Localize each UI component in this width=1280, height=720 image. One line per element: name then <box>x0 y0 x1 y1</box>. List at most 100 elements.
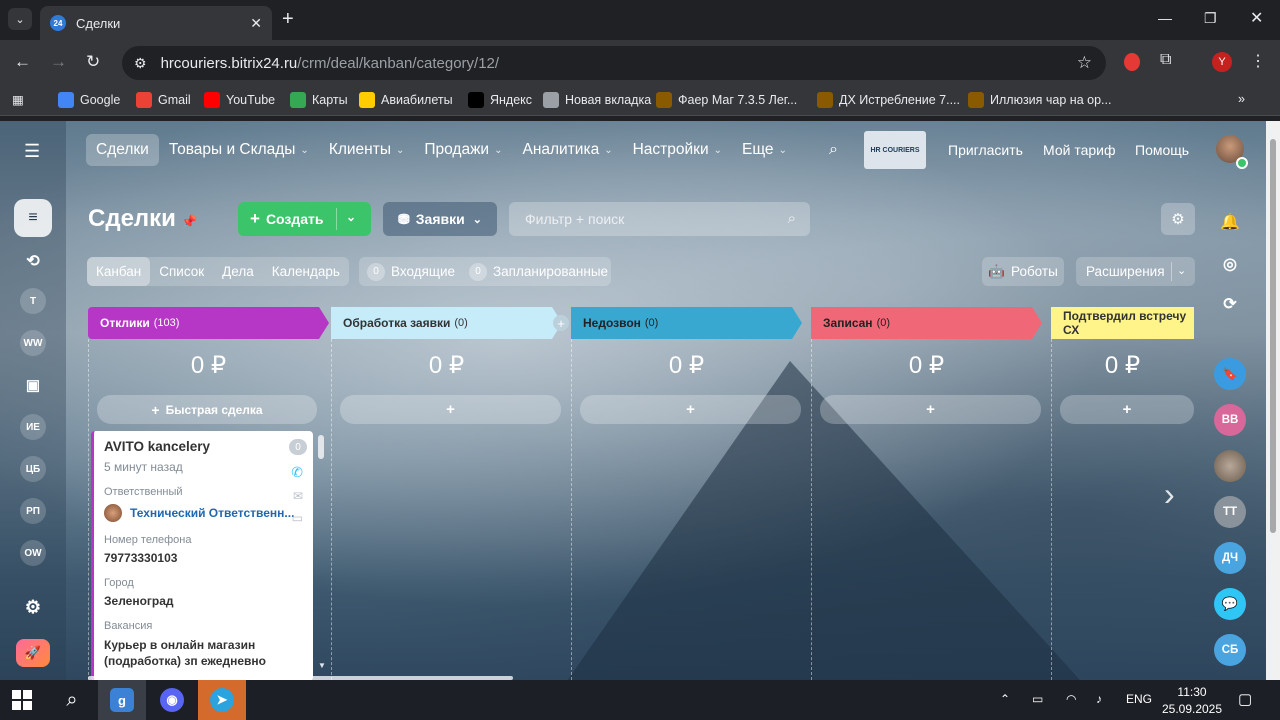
mail-icon[interactable]: ✉ <box>293 489 303 503</box>
bookmark-item[interactable]: Авиабилеты <box>359 92 453 108</box>
chat-avatar-sb[interactable]: СБ <box>1214 634 1246 666</box>
wifi-icon[interactable]: ◠ <box>1066 692 1076 706</box>
view-tab[interactable]: Календарь <box>263 257 349 286</box>
topnav-item[interactable]: Клиенты ⌄ <box>319 134 415 166</box>
quick-deal-button[interactable]: + <box>820 395 1041 424</box>
chat-avatar-dch[interactable]: ДЧ <box>1214 542 1246 574</box>
bookmark-star-icon[interactable]: ☆ <box>1077 53 1092 73</box>
bookmark-item[interactable]: ДХ Истребление 7.... <box>817 92 960 108</box>
pin-icon[interactable]: 📌 <box>181 214 197 230</box>
chrome-menu-icon[interactable]: ⋮ <box>1250 51 1266 71</box>
restore-button[interactable]: ❐ <box>1204 10 1217 27</box>
column-header[interactable]: Подтвердил встречу СХ <box>1051 307 1194 339</box>
phone-icon[interactable]: ✆ <box>291 464 303 481</box>
reload-button[interactable]: ↻ <box>86 52 100 72</box>
view-tab[interactable]: Дела <box>213 257 263 286</box>
topnav-item[interactable]: Продажи ⌄ <box>414 134 512 166</box>
responsible-name[interactable]: Технический Ответственн... <box>130 506 294 520</box>
bookmark-item[interactable]: Иллюзия чар на ор... <box>968 92 1111 108</box>
deal-card[interactable]: AVITO kancelery 0 5 минут назад ✆ ✉ ▭ От… <box>91 431 313 680</box>
sidebar-item[interactable]: OW <box>20 540 46 566</box>
profile-avatar[interactable]: Y <box>1212 52 1232 72</box>
sidebar-item[interactable]: ЦБ <box>20 456 46 482</box>
site-settings-icon[interactable]: ⚙ <box>134 55 147 72</box>
column-header[interactable]: Отклики (103) <box>88 307 329 339</box>
volume-icon[interactable]: ♪ <box>1096 692 1102 706</box>
tariff-link[interactable]: Мой тариф <box>1043 142 1115 158</box>
responsible-row[interactable]: Технический Ответственн... <box>104 504 303 522</box>
deal-title[interactable]: AVITO kancelery <box>104 439 303 454</box>
chat-avatar-photo[interactable] <box>1214 450 1246 482</box>
notifications-icon[interactable]: ▢ <box>1238 690 1252 708</box>
create-button[interactable]: + Создать ⌄ <box>238 202 371 236</box>
windows-start-icon[interactable] <box>12 690 32 710</box>
language-indicator[interactable]: ENG <box>1126 692 1152 706</box>
topnav-item[interactable]: Товары и Склады ⌄ <box>159 134 319 166</box>
search-icon[interactable]: ⌕ <box>48 680 96 720</box>
column-header[interactable]: Недозвон (0) <box>571 307 802 339</box>
taskbar-discord-app[interactable]: ◉ <box>148 680 196 720</box>
copilot-icon[interactable]: ◎ <box>1214 248 1246 280</box>
topnav-item[interactable]: Настройки ⌄ <box>623 134 732 166</box>
tab-search-button[interactable]: ⌄ <box>8 8 32 30</box>
activity-badge[interactable]: 0 <box>289 439 307 455</box>
presentation-icon[interactable]: ▣ <box>20 372 46 398</box>
filter-search-input[interactable]: Фильтр + поиск ⌕ <box>509 202 810 236</box>
connections-icon[interactable]: ⟲ <box>20 248 46 274</box>
bookmark-item[interactable]: Яндекс <box>468 92 532 108</box>
close-icon[interactable]: ✕ <box>250 15 262 32</box>
invite-link[interactable]: Пригласить <box>948 142 1023 158</box>
bookmark-item[interactable]: Google <box>58 92 120 108</box>
robots-button[interactable]: 🤖 Роботы <box>982 257 1064 286</box>
apps-grid-icon[interactable]: ▦ <box>12 92 24 107</box>
planned-counter[interactable]: 0 Запланированные <box>469 262 608 281</box>
chevron-down-icon[interactable]: ⌄ <box>346 210 356 224</box>
extensions-puzzle-icon[interactable]: ⧉ <box>1160 51 1171 69</box>
open-lines-icon[interactable]: 💬 <box>1214 588 1246 620</box>
sidebar-item[interactable]: ИЕ <box>20 414 46 440</box>
page-scrollbar[interactable] <box>1266 121 1280 680</box>
taskbar-telegram-app[interactable]: ➤ <box>198 680 246 720</box>
column-scrollbar[interactable] <box>318 435 324 459</box>
minimize-button[interactable]: — <box>1158 10 1172 26</box>
chevron-right-icon[interactable]: › <box>1164 476 1175 513</box>
window-close-button[interactable]: ✕ <box>1250 8 1263 28</box>
bookmark-icon[interactable]: 🔖 <box>1214 358 1246 390</box>
rocket-icon[interactable]: 🚀 <box>16 639 50 667</box>
company-logo[interactable]: HR COURIERS <box>864 131 926 169</box>
view-tab[interactable]: Список <box>150 257 213 286</box>
topnav-item[interactable]: Аналитика ⌄ <box>512 134 622 166</box>
browser-tab[interactable]: 24 Сделки ✕ <box>40 6 272 40</box>
quick-deal-button[interactable]: + <box>340 395 561 424</box>
scroll-down-icon[interactable]: ▼ <box>318 661 326 670</box>
chat-avatar-tt[interactable]: ТТ <box>1214 496 1246 528</box>
quick-deal-button[interactable]: + <box>580 395 801 424</box>
help-link[interactable]: Помощь <box>1135 142 1189 158</box>
topnav-item[interactable]: Сделки <box>86 134 159 166</box>
chat-avatar-vv[interactable]: ВВ <box>1214 404 1246 436</box>
bookmark-item[interactable]: YouTube <box>204 92 275 108</box>
taskbar-chrome-app[interactable]: g <box>98 680 146 720</box>
quick-deal-button[interactable]: + <box>1060 395 1194 424</box>
new-tab-button[interactable]: + <box>282 9 294 29</box>
view-tab[interactable]: Канбан <box>87 257 151 286</box>
menu-burger-icon[interactable]: ☰ <box>24 141 40 162</box>
add-stage-icon[interactable]: + <box>553 315 569 331</box>
bookmark-item[interactable]: Новая вкладка <box>543 92 651 108</box>
chat-icon[interactable]: ▭ <box>292 511 303 525</box>
topnav-item[interactable]: Еще ⌄ <box>732 134 797 166</box>
chevron-down-icon[interactable]: ⌄ <box>1177 264 1186 277</box>
back-button[interactable]: ← <box>14 52 31 72</box>
search-icon[interactable]: ⌕ <box>829 141 838 159</box>
quick-deal-button[interactable]: + Быстрая сделка <box>97 395 317 424</box>
bookmark-item[interactable]: Фаер Маг 7.3.5 Лег... <box>656 92 797 108</box>
scrollbar-thumb[interactable] <box>1270 139 1276 533</box>
tray-expand-icon[interactable]: ⌃ <box>1000 692 1010 706</box>
address-bar[interactable]: ⚙ hrcouriers.bitrix24.ru/crm/deal/kanban… <box>122 46 1106 80</box>
column-header[interactable]: Обработка заявки (0) <box>331 307 562 339</box>
sidebar-item[interactable]: РП <box>20 498 46 524</box>
more-bookmarks-icon[interactable]: » <box>1238 92 1245 106</box>
search-icon[interactable]: ⌕ <box>788 210 796 227</box>
kanban-settings-gear-icon[interactable]: ⚙ <box>1161 203 1195 235</box>
requests-button[interactable]: ⛃ Заявки ⌄ <box>383 202 497 236</box>
